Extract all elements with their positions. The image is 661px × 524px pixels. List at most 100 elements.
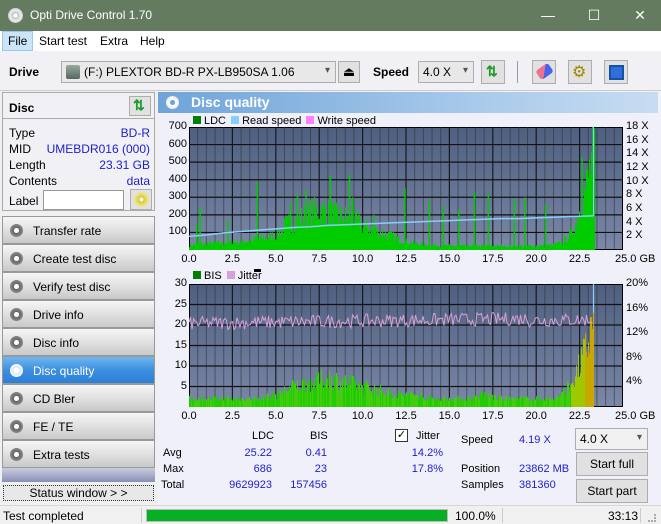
bis-bar: [326, 377, 328, 407]
bis-bar: [412, 394, 414, 407]
ldc-bar: [221, 240, 223, 250]
nav-disc-info[interactable]: Disc info: [2, 328, 155, 356]
ldc-bar: [243, 241, 245, 250]
bis-bar: [300, 391, 302, 407]
y-axis-tick: 200: [168, 207, 187, 220]
ldc-bar: [547, 244, 549, 250]
ldc-bar: [381, 236, 383, 250]
ldc-bar: [485, 245, 487, 250]
bis-bar: [577, 377, 579, 407]
menu-help[interactable]: Help: [135, 31, 170, 51]
ldc-bar: [392, 234, 394, 250]
close-button[interactable]: ✕: [617, 0, 661, 31]
ldc-bar: [491, 245, 493, 250]
menu-extra[interactable]: Extra: [95, 31, 133, 51]
bis-bar: [241, 397, 243, 407]
ldc-bar: [512, 246, 514, 250]
ldc-spike: [404, 188, 406, 250]
disc-refresh-button[interactable]: ⇅: [129, 96, 151, 116]
ldc-bar: [319, 219, 321, 250]
progress-bar: [146, 509, 448, 522]
y2-axis-tick: 8 X: [626, 188, 643, 201]
disc-mid-value: UMEBDR016 (000): [46, 142, 150, 156]
bis-bar: [306, 392, 308, 407]
ldc-bar: [224, 243, 226, 250]
bis-bar: [428, 400, 430, 407]
bis-bar: [334, 374, 336, 407]
bis-bar: [239, 400, 241, 407]
menu-start-test[interactable]: Start test: [34, 31, 92, 51]
erase-button[interactable]: [532, 60, 556, 84]
bis-bar: [209, 396, 211, 407]
ldc-bar: [520, 245, 522, 250]
bis-bar: [294, 383, 296, 407]
bis-bar: [568, 382, 570, 407]
settings-button[interactable]: ⚙: [568, 60, 592, 84]
bis-bar: [219, 400, 221, 407]
ldc-bar: [578, 219, 580, 250]
bis-bar: [505, 396, 507, 407]
status-window-button[interactable]: Status window > >: [3, 485, 154, 501]
bis-bar: [395, 398, 397, 407]
nav-verify-test-disc[interactable]: Verify test disc: [2, 272, 155, 300]
bis-bar: [197, 399, 199, 407]
bis-bar: [339, 389, 341, 407]
y2-axis-tick: 20%: [626, 277, 649, 289]
nav-extra-tests[interactable]: Extra tests: [2, 440, 155, 468]
nav-transfer-rate[interactable]: Transfer rate: [2, 216, 155, 244]
ldc-bar: [212, 243, 214, 250]
ldc-spike: [458, 209, 460, 250]
y-axis-tick: 30: [174, 277, 187, 289]
bis-bar: [482, 391, 484, 407]
ldc-bar: [318, 218, 320, 250]
jitter-checkbox[interactable]: ✓: [395, 429, 408, 442]
minimize-button[interactable]: —: [525, 0, 571, 31]
start-part-button[interactable]: Start part: [576, 479, 648, 503]
save-button[interactable]: [604, 60, 628, 84]
ldc-bar: [561, 240, 563, 250]
ldc-bar: [424, 242, 426, 250]
fe-te-icon: [10, 420, 23, 433]
bis-bar: [545, 398, 547, 407]
ldc-bar: [387, 240, 389, 250]
ldc-bar: [529, 245, 531, 250]
drive-select[interactable]: (F:) PLEXTOR BD-R PX-LB950SA 1.06 ▾: [61, 61, 336, 83]
ldc-bar: [388, 231, 390, 250]
nav-create-test-disc[interactable]: Create test disc: [2, 244, 155, 272]
test-speed-select[interactable]: 4.0 X ▾: [575, 428, 648, 450]
bis-bar: [190, 398, 192, 407]
menu-file[interactable]: File: [2, 31, 34, 51]
ldc-bar: [365, 221, 367, 250]
ldc-bar: [308, 201, 310, 250]
x-axis-tick: 17.5: [482, 410, 504, 422]
maximize-button[interactable]: ☐: [571, 0, 617, 31]
bis-bar: [443, 398, 445, 407]
disc-label-input[interactable]: [43, 190, 124, 210]
ldc-bar: [411, 244, 413, 250]
bis-bar: [317, 376, 319, 407]
x-axis-tick: 15.0: [438, 410, 461, 422]
bis-bar: [438, 400, 440, 407]
nav-drive-info[interactable]: Drive info: [2, 300, 155, 328]
nav-fe-te[interactable]: FE / TE: [2, 412, 155, 440]
bis-bar: [221, 399, 223, 407]
ldc-bar: [260, 236, 262, 250]
bis-bar: [323, 388, 325, 407]
resize-grip[interactable]: [648, 514, 656, 522]
ldc-spike: [373, 214, 375, 250]
speed-select[interactable]: 4.0 X ▾: [418, 61, 474, 83]
ldc-bar: [391, 231, 393, 250]
start-full-button[interactable]: Start full: [576, 452, 648, 476]
ldc-bar: [540, 245, 542, 250]
ldc-spike: [305, 190, 307, 250]
ldc-bar: [341, 206, 343, 250]
disc-contents-label: Contents: [9, 174, 58, 188]
refresh-button[interactable]: ⇅: [481, 60, 505, 84]
eject-button[interactable]: ⏏: [338, 61, 360, 83]
bis-bar: [288, 390, 290, 407]
ldc-bar: [241, 240, 243, 250]
nav-disc-quality[interactable]: Disc quality: [2, 356, 155, 384]
ldc-bar: [489, 244, 491, 250]
bis-bar: [312, 390, 314, 407]
nav-cd-bler[interactable]: CD Bler: [2, 384, 155, 412]
